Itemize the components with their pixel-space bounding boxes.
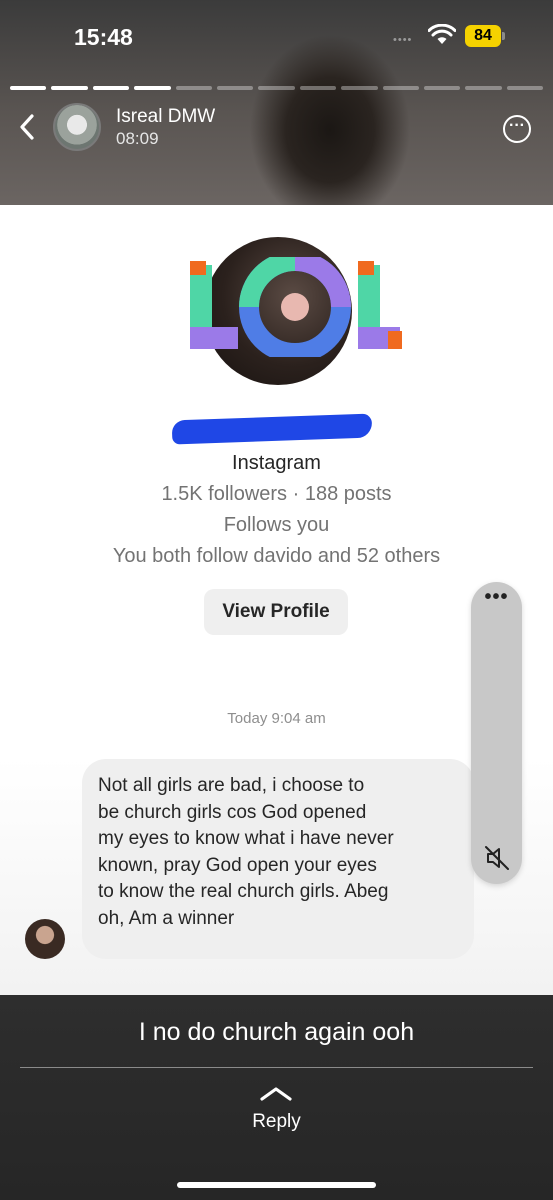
view-profile-button[interactable]: View Profile [204,589,348,635]
story-footer: I no do church again ooh Reply [0,995,553,1200]
story-caption: I no do church again ooh [138,1018,415,1046]
media-controls-pill[interactable]: ••• [471,582,522,884]
progress-segment [175,86,212,90]
status-bar: 15:48 •••• 84 [0,0,553,70]
platform-label: Instagram [232,452,321,474]
story-header: 15:48 •••• 84 Isreal DMW 08:09 ··· [0,0,553,205]
battery-indicator: 84 [465,25,501,47]
message-line: oh, Am a winner [98,907,235,929]
follows-you-label: Follows you [223,514,330,536]
progress-segment [341,86,378,90]
caption-divider [20,1067,533,1068]
home-indicator[interactable] [177,1182,376,1188]
progress-segment [216,86,254,90]
progress-segment [423,86,461,90]
signal-icon: •••• [393,34,413,46]
message-line: to know the real church girls. Abeg [98,881,389,902]
back-icon[interactable] [14,112,40,142]
progress-segment [92,86,130,90]
redacted-username [171,413,373,445]
sender-avatar [25,919,65,959]
progress-segment [299,86,337,90]
more-options-icon[interactable]: ··· [503,115,531,143]
profile-stats: 1.5K followers · 188 posts [161,483,392,505]
message-line: be church girls cos God opened [98,801,367,823]
progress-segment [506,86,544,90]
message-line: Not all girls are bad, i choose to [98,775,365,796]
progress-segment [382,86,419,90]
progress-segment [51,86,88,90]
story-progress-bar [10,86,544,90]
status-time: 15:48 [74,24,133,50]
reply-button[interactable]: Reply [0,1111,553,1133]
message-bubble: Not all girls are bad, i choose to be ch… [82,759,474,959]
progress-segment [134,86,171,90]
progress-segment [465,86,502,90]
progress-segment [258,86,295,90]
progress-segment [10,86,47,90]
shared-screenshot: Instagram 1.5K followers · 188 posts Fol… [0,205,553,995]
message-line: known, pray God open your eyes [98,854,377,876]
story-author-name[interactable]: Isreal DMW [116,106,215,128]
speaker-muted-icon[interactable] [483,844,511,872]
media-menu-icon[interactable]: ••• [471,586,522,609]
wifi-icon [428,24,456,44]
chevron-up-icon[interactable] [258,1083,294,1103]
story-author-avatar[interactable] [53,103,101,151]
lol-logo [190,257,402,357]
story-posted-time: 08:09 [116,129,159,148]
battery-tip [502,32,505,40]
message-line: my eyes to know what i have never [98,828,394,849]
mutual-followers: You both follow davido and 52 others [112,545,441,567]
